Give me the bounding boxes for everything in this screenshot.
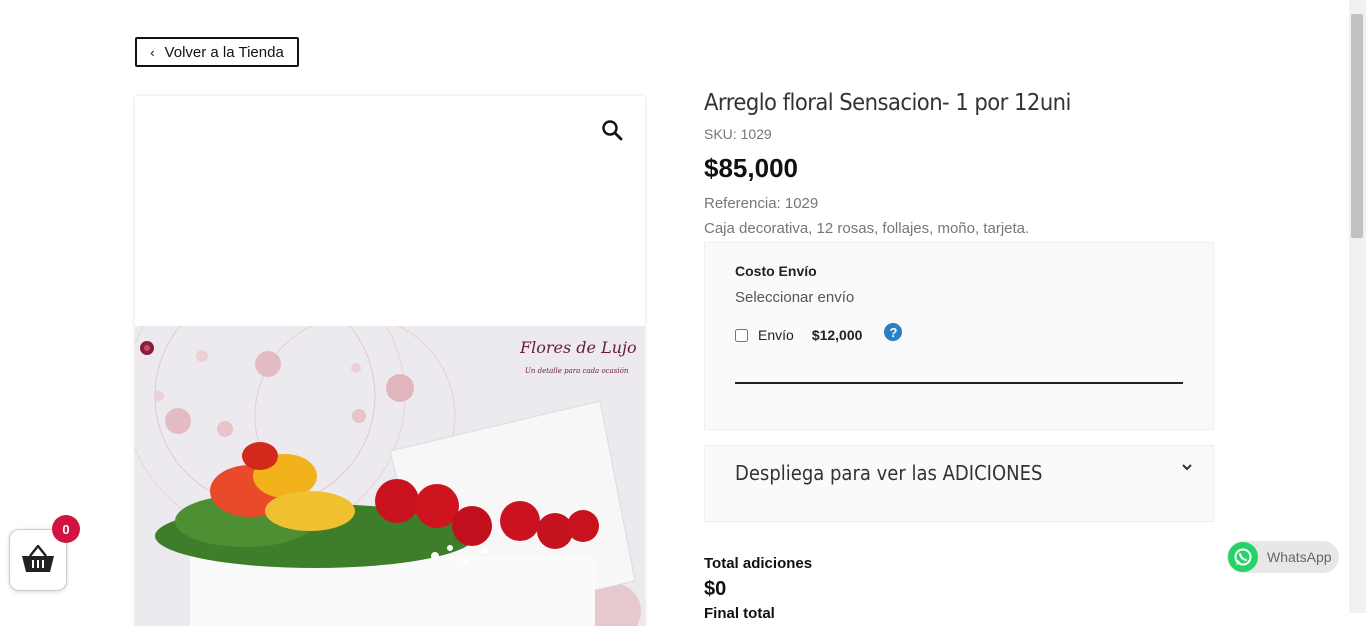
product-description: Caja decorativa, 12 rosas, follajes, moñ… [704, 220, 1030, 237]
divider [735, 382, 1183, 384]
whatsapp-icon [1228, 542, 1258, 572]
shipping-title: Costo Envío [735, 263, 817, 279]
chevron-left-icon: ‹ [150, 44, 155, 60]
final-total-label: Final total [704, 605, 775, 622]
scrollbar-thumb[interactable] [1351, 14, 1363, 238]
product-sku: SKU: 1029 [704, 126, 772, 142]
product-gallery: Flores de Lujo Un detalle para cada ocas… [135, 96, 645, 626]
additions-accordion[interactable]: Despliega para ver las ADICIONES [704, 445, 1214, 522]
basket-icon [22, 544, 54, 572]
shipping-option-price: $12,000 [811, 327, 863, 343]
brand-tagline: Un detalle para cada ocasión [525, 367, 629, 375]
brand-logo-icon [140, 341, 154, 355]
chevron-down-icon [1182, 464, 1192, 471]
page-scrollbar[interactable] [1349, 0, 1366, 613]
shipping-cost-panel: Costo Envío Seleccionar envío Envío $12,… [704, 242, 1214, 430]
shipping-checkbox[interactable] [735, 328, 748, 342]
whatsapp-label: WhatsApp [1267, 549, 1332, 565]
whatsapp-button[interactable]: WhatsApp [1227, 541, 1339, 573]
product-title: Arreglo floral Sensacion- 1 por 12uni [704, 90, 1071, 116]
total-additions-value: $0 [704, 578, 727, 600]
product-reference: Referencia: 1029 [704, 195, 819, 212]
additions-label: Despliega para ver las ADICIONES [735, 461, 1043, 485]
question-circle-icon[interactable]: ? [884, 323, 903, 341]
brand-name: Flores de Lujo [520, 338, 637, 357]
shipping-subtitle: Seleccionar envío [735, 289, 855, 306]
shipping-option: Envío $12,000 ? [735, 323, 903, 343]
total-additions-label: Total adiciones [704, 555, 813, 572]
product-photo[interactable]: Flores de Lujo Un detalle para cada ocas… [135, 326, 645, 626]
product-price: $85,000 [704, 153, 798, 183]
back-to-store-button[interactable]: ‹ Volver a la Tienda [135, 37, 299, 67]
shipping-option-label: Envío [758, 327, 794, 343]
search-icon[interactable] [600, 118, 624, 142]
back-to-store-label: Volver a la Tienda [164, 43, 284, 61]
cart-count-badge: 0 [52, 515, 80, 543]
